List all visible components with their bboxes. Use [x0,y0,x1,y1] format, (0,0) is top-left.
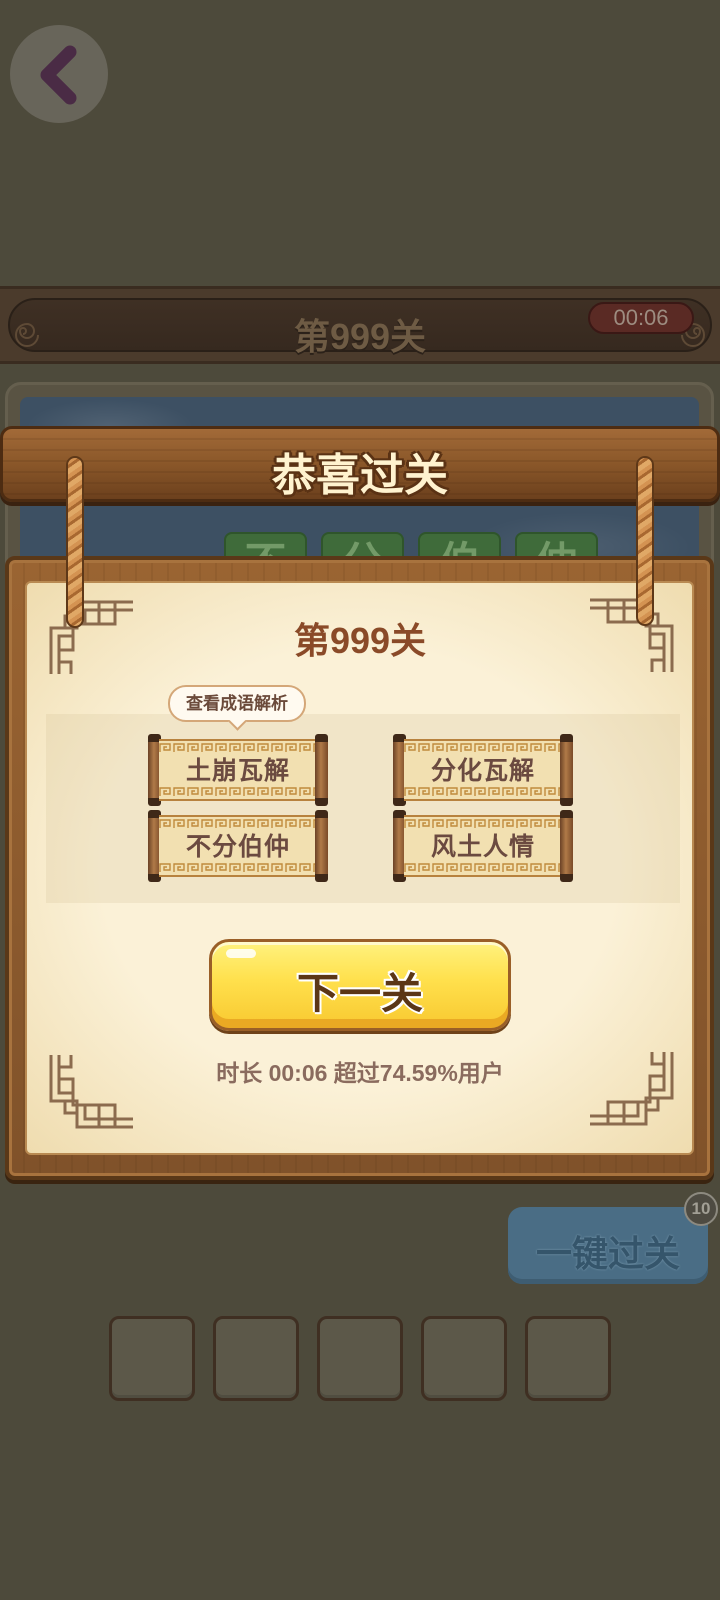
congrats-title: 恭喜过关 [272,451,448,500]
scroll-paper: 不分伯仲 [159,815,317,877]
idiom-scroll[interactable]: 不分伯仲 [148,810,328,882]
next-level-button[interactable]: 下一关 [209,939,511,1031]
scroll-rod [315,734,328,806]
level-complete-modal: 第999关 土崩瓦解 分化瓦解 不分伯仲 风土人情 查看成语解析 下一关 时长 … [0,0,720,1600]
idiom-scroll[interactable]: 风土人情 [393,810,573,882]
idiom-text: 风土人情 [430,833,535,861]
scroll-rod [560,810,573,882]
meander-border [159,863,317,873]
modal-level-title: 第999关 [293,620,427,661]
meander-border [404,819,562,829]
meander-border [404,743,562,753]
idiom-text: 不分伯仲 [185,833,290,861]
hanging-rope [66,456,84,628]
meander-border [159,819,317,829]
meander-border [159,787,317,797]
congrats-banner: 恭喜过关 [0,426,720,502]
idiom-text: 分化瓦解 [430,757,535,785]
meander-border [404,863,562,873]
idiom-text: 土崩瓦解 [185,757,290,785]
idiom-scroll[interactable]: 土崩瓦解 [148,734,328,806]
idiom-scroll[interactable]: 分化瓦解 [393,734,573,806]
completion-stats: 时长 00:06 超过74.59%用户 [216,1060,504,1086]
idiom-band [46,714,680,903]
scroll-paper: 土崩瓦解 [159,739,317,801]
scroll-paper: 分化瓦解 [404,739,562,801]
hanging-rope [636,456,654,626]
meander-border [159,743,317,753]
next-level-label: 下一关 [296,970,423,1017]
button-glint [226,949,256,958]
scroll-paper: 风土人情 [404,815,562,877]
scroll-rod [315,810,328,882]
scroll-rod [560,734,573,806]
meander-border [404,787,562,797]
